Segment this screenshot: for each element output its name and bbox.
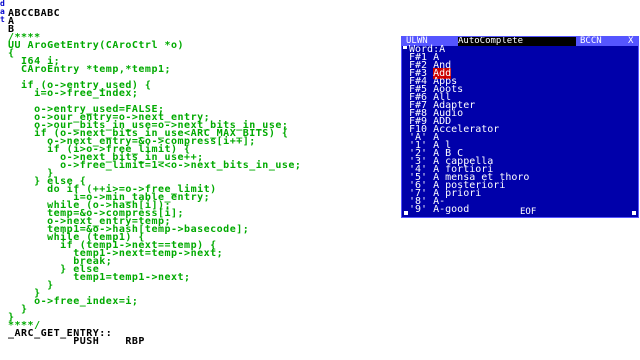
popup-title-right: BCCN [580,36,602,46]
code-line[interactable]: i=o->free_index; [8,89,138,99]
resize-handle[interactable] [632,211,636,215]
popup-title: AutoComplete [458,37,576,46]
code-line[interactable]: o->free_index=i; [8,297,138,307]
code-line[interactable]: ABCCBABC [8,9,60,19]
autocomplete-popup[interactable]: ULWN AutoComplete BCCN X Word:A F#1 A F#2 … [401,36,639,218]
popup-statusbar: EOF [402,208,638,217]
code-editor[interactable]: ABCCBABC A B/**** UU AroGetEntry(CAroCtrl *… [0,0,400,360]
code-line[interactable]: PUSH RBP [8,337,145,347]
code-line[interactable]: UU AroGetEntry(CAroCtrl *o) [8,41,184,51]
autocomplete-list[interactable]: Word:A F#1 A F#2 And F#3 Add F#4 Apps F#5 Aoo… [402,44,638,215]
autocomplete-item-label: Accelerator [433,124,500,135]
autocomplete-item-label: A [439,44,446,55]
scroll-marker-icon [404,211,408,215]
close-icon[interactable]: X [628,37,633,46]
popup-status: EOF [520,207,537,217]
code-line[interactable]: CAroEntry *temp,*temp1; [8,65,171,75]
